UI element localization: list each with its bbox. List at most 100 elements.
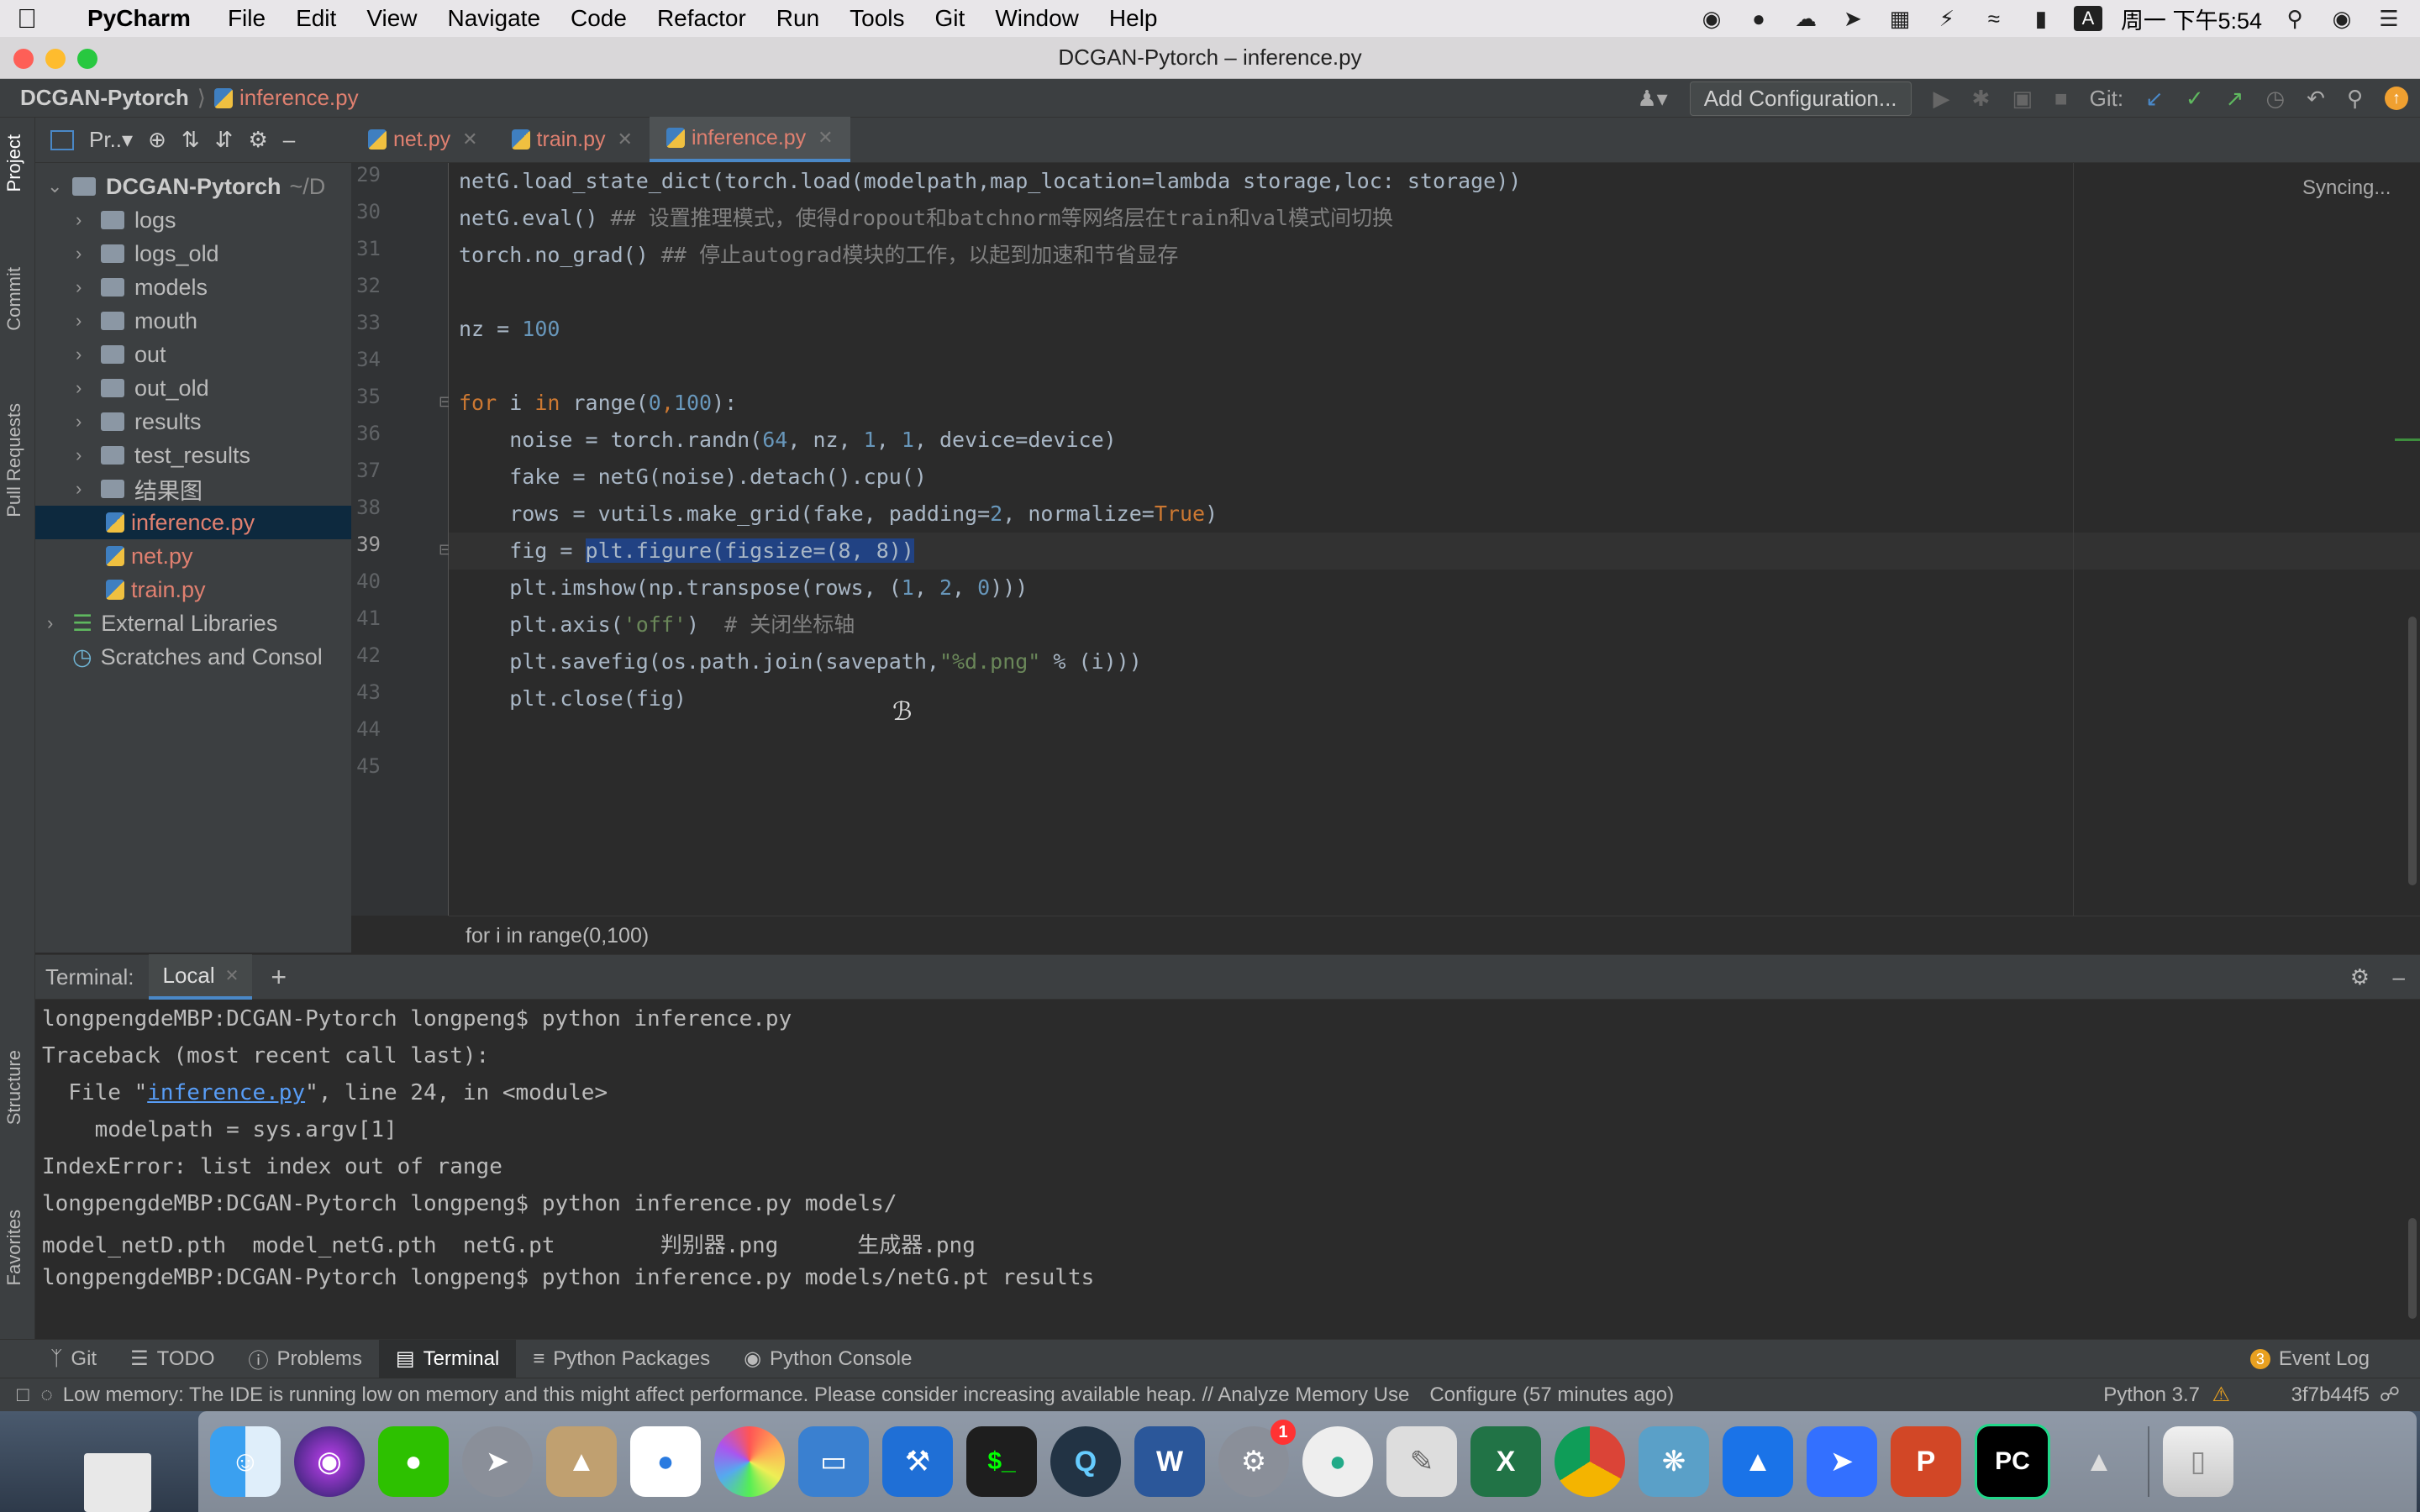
python-interpreter[interactable]: Python 3.7	[2103, 1383, 2200, 1407]
menu-run[interactable]: Run	[761, 5, 834, 32]
hide-panel-icon[interactable]: –	[283, 127, 295, 153]
menu-view[interactable]: View	[351, 5, 432, 32]
tool-tab-commit[interactable]: Commit	[3, 267, 25, 331]
expand-all-icon[interactable]: ⇅	[182, 127, 200, 153]
trash-icon[interactable]: ▯	[2163, 1426, 2233, 1497]
tool-tab-git[interactable]: ᛉ Git	[34, 1340, 113, 1378]
zoom-window-button[interactable]	[77, 49, 97, 69]
user-icon[interactable]: ♟▾	[1637, 86, 1667, 112]
tree-folder-out[interactable]: › out	[76, 338, 166, 371]
panel-toggle-icon[interactable]: □	[17, 1383, 29, 1407]
script-editor-icon[interactable]: ✎	[1386, 1426, 1457, 1497]
preview-icon[interactable]: ▲	[546, 1426, 617, 1497]
tree-folder-out-old[interactable]: › out_old	[76, 371, 209, 405]
minimize-window-button[interactable]	[45, 49, 66, 69]
pycharm-icon[interactable]: PC	[1975, 1424, 2050, 1499]
code-editor[interactable]: netG.load_state_dict(torch.load(modelpat…	[449, 163, 2420, 916]
lock-icon[interactable]: ☍	[2380, 1383, 2400, 1407]
tool-tab-problems[interactable]: ⓘ Problems	[232, 1340, 379, 1378]
chevron-right-icon[interactable]: ›	[76, 377, 101, 399]
tree-file-inference[interactable]: inference.py	[35, 506, 351, 539]
tree-folder-results[interactable]: › results	[76, 405, 202, 438]
chevron-down-icon[interactable]: ⌄	[47, 176, 72, 197]
coverage-icon[interactable]: ▣	[2012, 86, 2033, 112]
desktop-file-icon[interactable]	[84, 1453, 151, 1512]
chevron-right-icon[interactable]: ›	[76, 478, 101, 500]
menu-code[interactable]: Code	[555, 5, 642, 32]
location-icon[interactable]: ➤	[1839, 6, 1867, 31]
apple-menu-icon[interactable]: 	[0, 3, 54, 34]
rollback-icon[interactable]: ↶	[2307, 86, 2325, 112]
tool-tab-todo[interactable]: ☰ TODO	[113, 1340, 231, 1378]
tool-tab-python-packages[interactable]: ≡ Python Packages	[516, 1340, 727, 1378]
search-everywhere-icon[interactable]: ⚲	[2347, 86, 2363, 112]
status-message[interactable]: Low memory: The IDE is running low on me…	[63, 1383, 1410, 1407]
close-tab-icon[interactable]: ✕	[818, 127, 833, 149]
menu-clock[interactable]: 周一 下午5:54	[2121, 3, 2262, 35]
chevron-right-icon[interactable]: ›	[76, 243, 101, 265]
tool-tab-python-console[interactable]: ◉ Python Console	[727, 1340, 929, 1378]
git-commit-icon[interactable]: ✓	[2186, 86, 2204, 112]
chevron-right-icon[interactable]: ›	[76, 344, 101, 365]
status-configure[interactable]: Configure (57 minutes ago)	[1429, 1383, 1674, 1407]
tab-inference-py[interactable]: inference.py ✕	[649, 117, 850, 162]
xcode-icon[interactable]: ⚒	[882, 1426, 953, 1497]
siri-icon[interactable]: ◉	[294, 1426, 365, 1497]
menu-help[interactable]: Help	[1094, 5, 1173, 32]
debug-icon[interactable]: ✱	[1972, 86, 1991, 112]
word-icon[interactable]: W	[1134, 1426, 1205, 1497]
update-icon[interactable]: ↑	[2385, 87, 2408, 110]
tree-folder-logs-old[interactable]: › logs_old	[76, 237, 219, 270]
tab-train-py[interactable]: train.py ✕	[495, 117, 650, 162]
tool-tab-terminal[interactable]: ▤ Terminal	[378, 1339, 517, 1378]
tool-tab-favorites[interactable]: Favorites	[3, 1210, 25, 1285]
launchpad-icon[interactable]: ➤	[462, 1426, 533, 1497]
wechat-icon[interactable]: ●	[378, 1426, 449, 1497]
run-icon[interactable]: ▶	[1933, 86, 1950, 112]
record-icon[interactable]: ◉	[1697, 6, 1726, 31]
menu-refactor[interactable]: Refactor	[642, 5, 761, 32]
chevron-right-icon[interactable]: ›	[76, 411, 101, 433]
system-preferences-icon[interactable]: ⚙ 1	[1218, 1420, 1296, 1497]
close-tab-icon[interactable]: ✕	[225, 965, 239, 986]
network-app-icon[interactable]: ❋	[1639, 1426, 1709, 1497]
chevron-right-icon[interactable]: ›	[47, 612, 72, 634]
collapse-all-icon[interactable]: ⇵	[215, 127, 234, 153]
close-tab-icon[interactable]: ✕	[462, 129, 477, 150]
terminal-scrollbar[interactable]	[2408, 1218, 2417, 1319]
tree-external-libraries[interactable]: › ☰ External Libraries	[47, 606, 277, 640]
tool-tab-pull-requests[interactable]: Pull Requests	[3, 403, 25, 517]
close-tab-icon[interactable]: ✕	[618, 129, 633, 150]
close-window-button[interactable]	[13, 49, 34, 69]
nav-project-name[interactable]: DCGAN-Pytorch	[0, 85, 189, 111]
chevron-right-icon[interactable]: ›	[76, 310, 101, 332]
stop-icon[interactable]: ■	[2054, 86, 2068, 112]
status-app-icon[interactable]: ▦	[1886, 6, 1914, 31]
tree-root[interactable]: ⌄ DCGAN-Pytorch ~/D	[47, 170, 325, 203]
editor-scrollbar[interactable]	[2408, 617, 2417, 885]
cloud-icon[interactable]: ☁	[1791, 6, 1820, 31]
tree-folder-logs[interactable]: › logs	[76, 203, 176, 237]
menu-tools[interactable]: Tools	[834, 5, 919, 32]
terminal-settings-icon[interactable]: ⚙	[2350, 964, 2370, 990]
menu-navigate[interactable]: Navigate	[433, 5, 556, 32]
terminal-tab-local[interactable]: Local ✕	[149, 954, 253, 1000]
nav-file-name[interactable]: inference.py	[239, 85, 359, 111]
menu-app-name[interactable]: PyCharm	[54, 5, 213, 32]
git-update-icon[interactable]: ↙	[2145, 86, 2164, 112]
git-push-icon[interactable]: ↗	[2226, 86, 2244, 112]
hide-terminal-icon[interactable]: –	[2393, 964, 2405, 990]
new-terminal-icon[interactable]: +	[271, 962, 287, 993]
input-method-icon[interactable]: A	[2073, 6, 2102, 31]
excel-icon[interactable]: X	[1470, 1426, 1541, 1497]
locate-icon[interactable]: ⊕	[148, 127, 166, 153]
tree-folder-test-results[interactable]: › test_results	[76, 438, 250, 472]
menu-git[interactable]: Git	[920, 5, 981, 32]
rocket-icon[interactable]: ▲	[2064, 1426, 2134, 1497]
bolt-icon[interactable]: ⚡	[1933, 6, 1961, 31]
tab-net-py[interactable]: net.py ✕	[351, 117, 495, 162]
siri-icon[interactable]: ◉	[2328, 6, 2356, 31]
spotlight-search-icon[interactable]: ⚲	[2281, 6, 2309, 31]
tree-file-train[interactable]: train.py	[106, 573, 206, 606]
history-icon[interactable]: ◷	[2265, 86, 2285, 112]
